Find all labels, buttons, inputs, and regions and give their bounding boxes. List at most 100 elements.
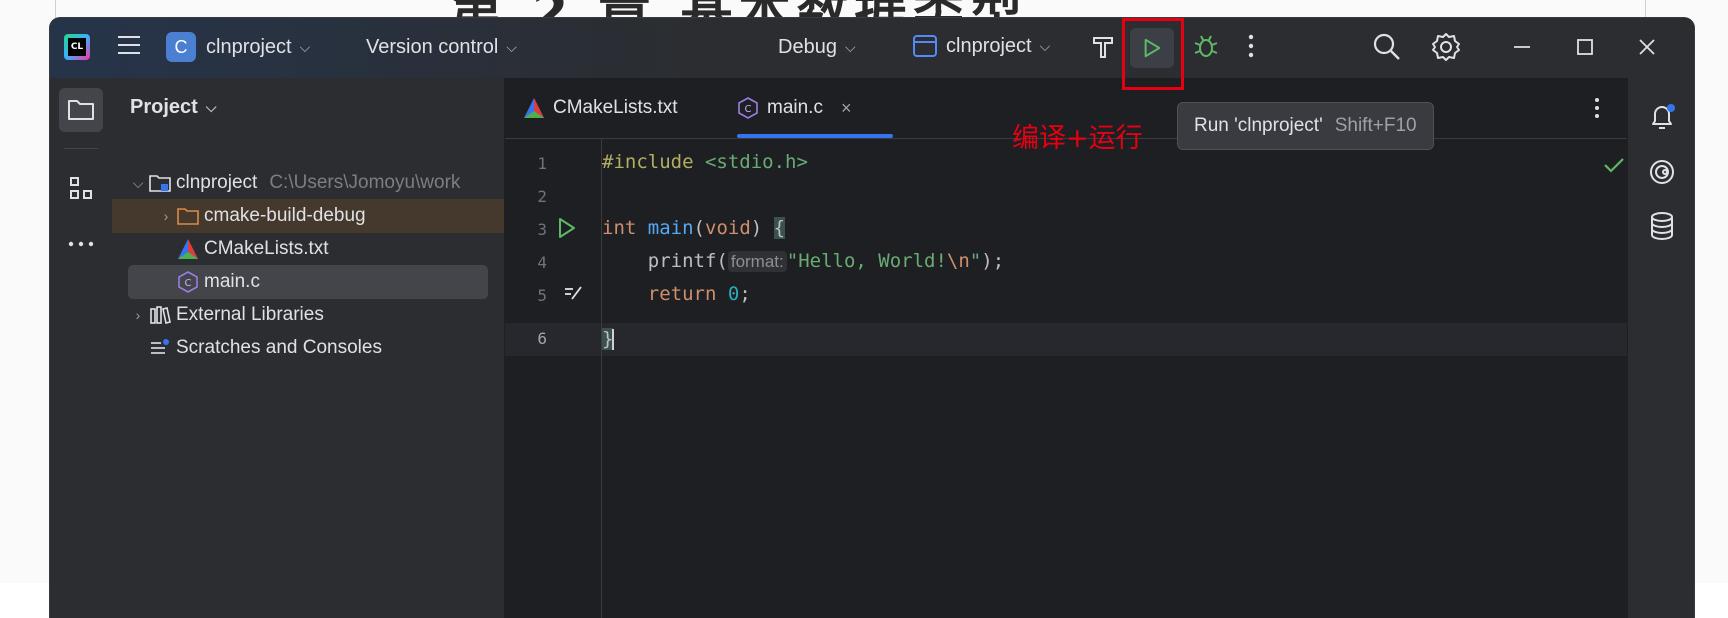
tree-item-scratches[interactable]: Scratches and Consoles xyxy=(112,331,504,365)
project-switcher[interactable]: C clnproject ⌵ xyxy=(166,32,310,62)
function-name: main xyxy=(647,217,694,239)
scratches-icon xyxy=(148,336,172,360)
chevron-down-icon: ⌵ xyxy=(299,38,311,55)
project-panel: Project ⌵ ⌵ clnproject C:\Users\Jomoyu\w… xyxy=(112,78,505,618)
tree-item-main-c[interactable]: C main.c xyxy=(112,265,504,299)
preprocessor-directive: #include xyxy=(602,151,694,173)
statement-end: ); xyxy=(981,250,1005,272)
code-line-3[interactable]: int main(void) { xyxy=(602,217,786,239)
current-line-highlight xyxy=(505,323,1627,356)
string-literal: "Hello, World! xyxy=(786,250,947,272)
target-selector[interactable]: clnproject ⌵ xyxy=(912,33,1050,59)
window-target-icon xyxy=(913,35,937,57)
paren-open: ( xyxy=(693,217,705,239)
c-file-icon: C xyxy=(176,270,200,294)
structure-tool-button[interactable] xyxy=(59,166,103,210)
vcs-label: Version control xyxy=(366,36,499,58)
line-number: 4 xyxy=(537,253,547,272)
chevron-right-icon[interactable]: › xyxy=(156,208,176,224)
printf-call: printf( xyxy=(647,250,728,272)
page-border-right xyxy=(1645,0,1646,20)
line-number: 5 xyxy=(537,286,547,305)
project-path: C:\Users\Jomoyu\work xyxy=(269,172,461,193)
run-config-selector[interactable]: Debug ⌵ xyxy=(778,36,856,59)
run-config-label: Debug xyxy=(778,36,837,58)
tree-item-cmakelists[interactable]: CMakeLists.txt xyxy=(112,232,504,266)
paren-close: ) xyxy=(750,217,763,239)
editor-area: CMakeLists.txt C main.c × 1 2 3 4 5 6 #i… xyxy=(505,78,1627,618)
search-icon[interactable] xyxy=(1372,32,1402,62)
right-tool-strip xyxy=(1627,78,1694,618)
code-line-6[interactable]: } xyxy=(602,328,615,350)
code-line-1[interactable]: #include <stdio.h> xyxy=(602,151,808,173)
close-window-icon[interactable] xyxy=(1632,32,1662,62)
statement-end: ; xyxy=(739,283,751,305)
include-header: <stdio.h> xyxy=(704,151,808,173)
no-problems-check-icon[interactable] xyxy=(1603,156,1625,179)
more-horizontal-icon xyxy=(68,241,94,247)
tab-main-c[interactable]: C main.c × xyxy=(737,78,851,138)
database-icon[interactable] xyxy=(1646,210,1678,242)
left-tool-strip xyxy=(50,78,113,618)
code-line-4[interactable]: printf(format: "Hello, World!\n"); xyxy=(602,250,1004,272)
bug-icon xyxy=(1194,35,1218,57)
line-number: 2 xyxy=(537,187,547,206)
chevron-right-icon[interactable]: › xyxy=(128,307,148,323)
code-line-5[interactable]: return 0; xyxy=(602,283,751,305)
project-panel-title-text: Project xyxy=(130,96,198,118)
clion-logo-icon[interactable]: CL xyxy=(64,34,90,60)
svg-text:C: C xyxy=(745,104,752,115)
editor-more-actions-icon[interactable] xyxy=(1593,78,1601,138)
parameter-hint: format: xyxy=(727,251,787,272)
cmake-icon xyxy=(176,237,200,261)
library-icon xyxy=(148,303,172,327)
tooltip-shortcut: Shift+F10 xyxy=(1334,115,1417,136)
project-tool-button[interactable] xyxy=(59,88,103,132)
tooltip-label: Run 'clnproject' xyxy=(1194,115,1323,136)
tree-item-label: clnproject xyxy=(176,172,258,193)
gutter-run-icon[interactable] xyxy=(557,217,577,244)
run-highlight-box xyxy=(1122,18,1184,90)
project-panel-title[interactable]: Project ⌵ xyxy=(130,96,216,119)
line-number: 6 xyxy=(537,329,547,348)
target-name: clnproject xyxy=(946,34,1032,57)
project-name: clnproject xyxy=(206,35,292,58)
tab-label: CMakeLists.txt xyxy=(553,97,678,118)
chevron-down-icon: ⌵ xyxy=(205,99,217,115)
close-tab-icon[interactable]: × xyxy=(841,98,852,119)
annotation-label: 编译+运行 xyxy=(1012,123,1143,154)
tree-item-cmake-build-debug[interactable]: › cmake-build-debug xyxy=(112,199,504,233)
build-hammer-icon[interactable] xyxy=(1090,34,1116,60)
escape-sequence: \n xyxy=(946,250,970,272)
maximize-icon[interactable] xyxy=(1570,32,1600,62)
cmake-icon xyxy=(524,98,544,118)
line-number: 1 xyxy=(537,154,547,173)
notifications-bell-icon[interactable] xyxy=(1646,100,1678,132)
main-menu-icon[interactable] xyxy=(116,32,142,58)
module-folder-icon xyxy=(148,171,172,195)
intention-edit-icon[interactable] xyxy=(563,283,583,308)
open-brace: { xyxy=(773,217,786,239)
tree-item-label: External Libraries xyxy=(176,304,324,325)
structure-icon xyxy=(70,177,92,199)
more-actions-icon[interactable] xyxy=(1246,32,1256,60)
chevron-down-icon[interactable]: ⌵ xyxy=(128,175,148,192)
project-badge: C xyxy=(166,32,196,62)
tree-item-external-libraries[interactable]: › External Libraries xyxy=(112,298,504,332)
settings-gear-icon[interactable] xyxy=(1431,32,1461,62)
tab-cmakelists[interactable]: CMakeLists.txt xyxy=(523,78,678,138)
svg-text:C: C xyxy=(185,278,192,289)
active-tab-indicator xyxy=(737,134,893,138)
debug-button[interactable] xyxy=(1193,34,1219,60)
type-keyword: int xyxy=(602,217,637,239)
more-tools-button[interactable] xyxy=(59,222,103,266)
void-keyword: void xyxy=(705,217,751,239)
chevron-down-icon: ⌵ xyxy=(844,39,856,55)
tree-item-label: CMakeLists.txt xyxy=(204,238,329,259)
vcs-menu[interactable]: Version control ⌵ xyxy=(366,36,517,59)
folder-icon xyxy=(68,100,94,120)
strip-divider xyxy=(64,148,98,149)
minimize-icon[interactable] xyxy=(1507,32,1537,62)
tree-item-clnproject[interactable]: ⌵ clnproject C:\Users\Jomoyu\work xyxy=(112,166,504,200)
ai-assistant-icon[interactable] xyxy=(1646,156,1678,188)
